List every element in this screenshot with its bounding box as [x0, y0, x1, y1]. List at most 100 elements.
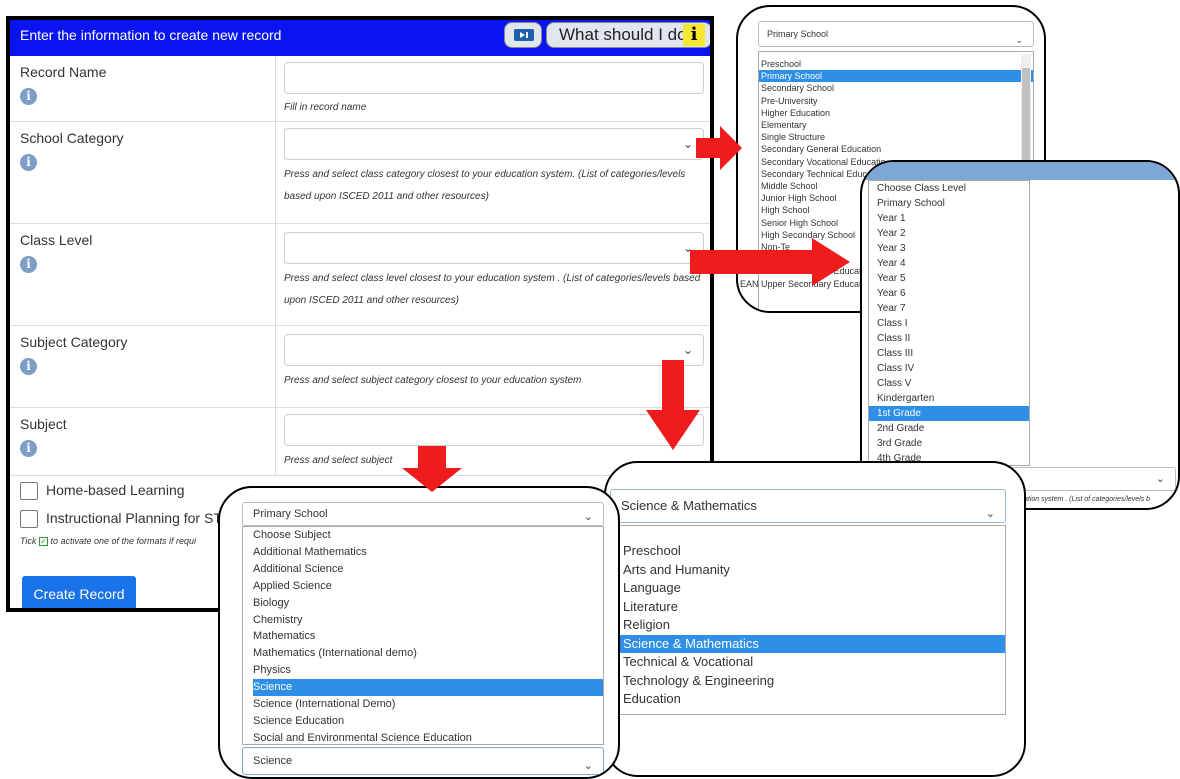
option[interactable]: Year 2 — [869, 226, 1029, 241]
option[interactable]: Physics — [253, 662, 603, 679]
option[interactable]: Literature — [611, 598, 1005, 617]
subject-input[interactable] — [284, 414, 704, 446]
option[interactable]: Class I — [869, 316, 1029, 331]
class-level-select[interactable]: ⌄ — [284, 232, 704, 264]
form-header: Enter the information to create new reco… — [10, 20, 710, 56]
class-level-options[interactable]: Choose Class Level Primary School Year 1 Ye… — [868, 180, 1030, 466]
video-camera-icon — [514, 29, 534, 41]
checkbox-instructional[interactable]: Instructional Planning for STE — [20, 510, 231, 529]
chevron-down-icon: ⌄ — [1015, 35, 1023, 45]
home-based-label: Home-based Learning — [46, 482, 185, 498]
option[interactable]: Science (International Demo) — [253, 696, 603, 713]
option[interactable]: Class IV — [869, 361, 1029, 376]
subject-category-select[interactable]: Science & Mathematics ⌄ — [610, 489, 1006, 523]
instructional-checkbox[interactable] — [20, 510, 38, 529]
row-divider — [275, 326, 276, 407]
option[interactable]: Higher Education — [759, 107, 1033, 119]
option[interactable]: 3rd Grade — [869, 436, 1029, 451]
checkbox-hint-suffix: to activate one of the formats if requi — [50, 536, 197, 546]
class-level-row: Class Level i ⌄ Press and select class l… — [10, 224, 710, 326]
option-selected[interactable]: Primary School — [759, 70, 1033, 83]
class-level-hint: ation system . (List of categories/level… — [1024, 496, 1151, 503]
option[interactable]: Class V — [869, 376, 1029, 391]
subject-category-options[interactable]: Preschool Arts and Humanity Language Litera… — [610, 525, 1006, 715]
option[interactable]: Science Education — [253, 713, 603, 730]
option[interactable]: Pre-University — [759, 95, 1033, 107]
subject-category-select[interactable]: ⌄ — [284, 334, 704, 366]
option[interactable]: Language — [611, 579, 1005, 598]
info-icon[interactable]: i — [20, 256, 37, 273]
option[interactable]: Mathematics (International demo) — [253, 645, 603, 662]
chevron-down-icon: ⌄ — [682, 137, 693, 151]
help-button-label: What should I do? — [559, 25, 697, 44]
option[interactable]: Mathematics — [253, 628, 603, 645]
scrollbar-thumb[interactable] — [1022, 68, 1030, 168]
option[interactable]: Secondary School — [759, 82, 1033, 94]
subject-select[interactable]: Science ⌄ — [242, 747, 604, 775]
record-name-input[interactable] — [284, 62, 704, 94]
option-selected[interactable]: Science & Mathematics — [611, 634, 1005, 653]
option[interactable]: Year 1 — [869, 211, 1029, 226]
info-icon[interactable]: i — [20, 440, 37, 457]
info-icon: i — [683, 24, 705, 46]
option[interactable]: Primary School — [869, 196, 1029, 211]
class-level-hint: Press and select class level closest to … — [284, 273, 701, 306]
option[interactable]: Technology & Engineering — [611, 672, 1005, 691]
checkbox-home-based[interactable]: Home-based Learning — [20, 482, 185, 501]
option[interactable]: Biology — [253, 595, 603, 612]
option[interactable]: Additional Science — [253, 561, 603, 578]
subject-options[interactable]: Choose Subject Additional Mathematics Addi… — [242, 526, 604, 745]
school-category-select[interactable]: ⌄ — [284, 128, 704, 160]
option[interactable]: Choose Class Level — [869, 181, 1029, 196]
chevron-down-icon: ⌄ — [682, 343, 693, 357]
option[interactable]: Year 3 — [869, 241, 1029, 256]
option[interactable]: Year 5 — [869, 271, 1029, 286]
row-divider — [275, 408, 276, 475]
option[interactable]: Year 4 — [869, 256, 1029, 271]
school-category-row: School Category i ⌄ Press and select cla… — [10, 122, 710, 224]
panel-header-strip — [862, 162, 1178, 180]
subject-label: Subject — [20, 416, 67, 432]
option[interactable]: Religion — [611, 616, 1005, 635]
home-based-checkbox[interactable] — [20, 482, 38, 501]
option[interactable]: Preschool — [611, 542, 1005, 561]
info-icon[interactable]: i — [20, 88, 37, 105]
option[interactable]: Class II — [869, 331, 1029, 346]
option[interactable]: Preschool — [759, 58, 1033, 70]
option[interactable]: Additional Mathematics — [253, 544, 603, 561]
subject-top-select[interactable]: Primary School ⌄ — [242, 502, 604, 526]
help-button[interactable]: What should I do? i — [546, 22, 710, 48]
option[interactable]: Social and Environmental Science Educati… — [253, 730, 603, 747]
school-category-select[interactable]: Primary School ⌄ — [758, 21, 1034, 47]
option[interactable]: Class III — [869, 346, 1029, 361]
option-selected[interactable]: 1st Grade — [869, 406, 1029, 421]
option[interactable]: 2nd Grade — [869, 421, 1029, 436]
option-selected[interactable]: Science — [253, 679, 603, 697]
option[interactable]: Applied Science — [253, 578, 603, 595]
subject-value: Science — [253, 755, 293, 767]
subject-category-hint: Press and select subject category closes… — [284, 375, 582, 386]
option[interactable]: Single Structure — [759, 131, 1033, 143]
option[interactable]: Year 6 — [869, 286, 1029, 301]
video-tutorial-button[interactable] — [504, 22, 542, 48]
subject-category-list: Preschool Arts and Humanity Language Litera… — [611, 542, 1005, 709]
option[interactable]: Education — [611, 690, 1005, 709]
school-category-label: School Category — [20, 130, 124, 146]
info-icon[interactable]: i — [20, 358, 37, 375]
option[interactable]: Elementary — [759, 119, 1033, 131]
option[interactable]: Arts and Humanity — [611, 561, 1005, 580]
checkbox-hint-prefix: Tick — [20, 536, 37, 546]
subject-category-value: Science & Mathematics — [621, 498, 757, 513]
class-level-list: Choose Class Level Primary School Year 1 Ye… — [869, 181, 1029, 466]
option[interactable]: Technical & Vocational — [611, 653, 1005, 672]
option[interactable]: Choose Subject — [253, 527, 603, 544]
option[interactable]: Kindergarten — [869, 391, 1029, 406]
option[interactable]: Chemistry — [253, 612, 603, 629]
chevron-down-icon: ⌄ — [583, 511, 593, 523]
arrow-down-icon — [402, 446, 462, 492]
create-record-button[interactable]: Create Record — [22, 576, 136, 608]
class-level-zoom-panel: Choose Class Level Primary School Year 1 Ye… — [860, 160, 1180, 510]
info-icon[interactable]: i — [20, 154, 37, 171]
option[interactable]: Year 7 — [869, 301, 1029, 316]
option[interactable]: Secondary General Education — [759, 143, 1033, 155]
